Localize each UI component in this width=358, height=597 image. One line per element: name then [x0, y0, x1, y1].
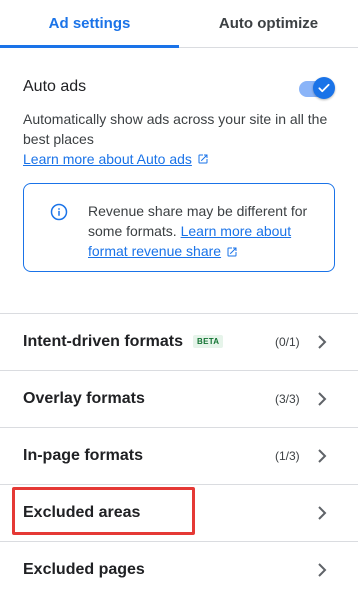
- row-count: (1/3): [275, 449, 300, 463]
- row-in-page-formats[interactable]: In-page formats (1/3): [0, 427, 358, 484]
- chevron-right-icon: [318, 449, 327, 463]
- info-icon: [50, 203, 68, 221]
- row-label: In-page formats: [23, 447, 144, 464]
- check-icon: [318, 83, 330, 93]
- tab-auto-optimize-label: Auto optimize: [218, 15, 319, 32]
- chevron-right-icon: [318, 392, 327, 406]
- auto-ads-title: Auto ads: [23, 78, 87, 95]
- auto-ads-toggle[interactable]: [297, 77, 335, 99]
- tab-bar: Ad settings Auto optimize: [0, 0, 358, 48]
- row-count: (0/1): [275, 335, 300, 349]
- open-in-new-icon: [198, 154, 208, 164]
- row-label: Excluded pages: [23, 561, 145, 578]
- auto-ads-description: Automatically show ads across your site …: [23, 111, 328, 147]
- info-text: Revenue share may be different for some …: [88, 201, 324, 261]
- tab-ad-settings[interactable]: Ad settings: [0, 0, 179, 48]
- row-overlay-formats[interactable]: Overlay formats (3/3): [0, 370, 358, 427]
- row-label: Intent-driven formats: [23, 333, 184, 350]
- learn-more-auto-ads-label: Learn more about Auto ads: [23, 151, 192, 167]
- chevron-right-icon: [318, 563, 327, 577]
- row-excluded-areas[interactable]: Excluded areas: [0, 484, 358, 541]
- row-excluded-pages[interactable]: Excluded pages: [0, 541, 358, 597]
- learn-more-auto-ads-link[interactable]: Learn more about Auto ads: [23, 149, 209, 169]
- open-in-new-icon: [227, 247, 237, 257]
- chevron-right-icon: [318, 506, 327, 520]
- beta-badge: BETA: [193, 335, 224, 348]
- active-tab-indicator: [0, 45, 179, 48]
- row-intent-driven-formats[interactable]: Intent-driven formats BETA (0/1): [0, 313, 358, 370]
- tab-ad-settings-label: Ad settings: [48, 15, 131, 32]
- row-count: (3/3): [275, 392, 300, 406]
- chevron-right-icon: [318, 335, 327, 349]
- tab-auto-optimize[interactable]: Auto optimize: [179, 0, 358, 47]
- toggle-thumb: [313, 77, 335, 99]
- row-label: Excluded areas: [23, 504, 141, 521]
- revenue-share-info-box: Revenue share may be different for some …: [23, 183, 335, 272]
- row-label: Overlay formats: [23, 390, 145, 407]
